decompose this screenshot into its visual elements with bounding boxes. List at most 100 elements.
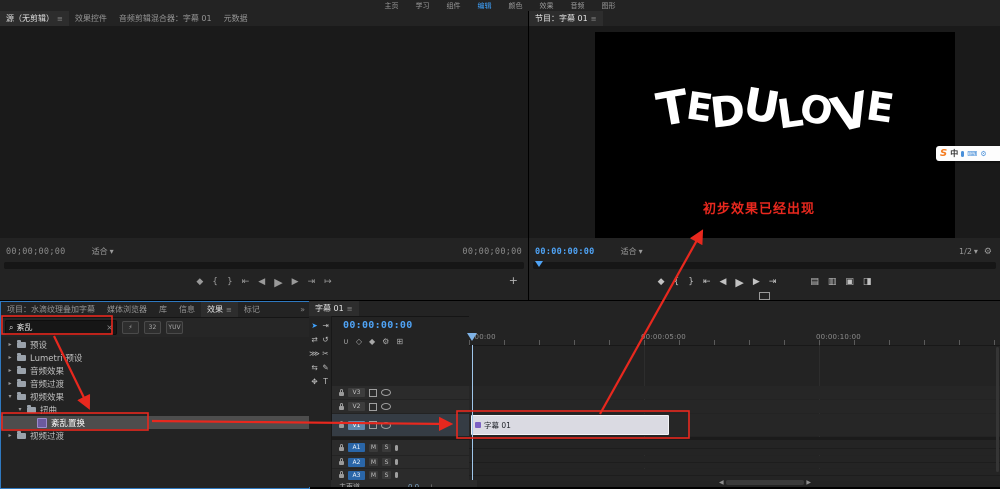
sync-lock-icon[interactable] <box>369 402 377 411</box>
caret-right-icon[interactable]: ▸ <box>7 367 13 374</box>
caret-right-icon[interactable]: ▸ <box>7 432 13 439</box>
filter-accelerated-icon[interactable]: ⚡ <box>122 321 139 334</box>
timeline-display-icon[interactable]: ⊞ <box>396 337 403 346</box>
add-marker-button[interactable]: ◆ <box>658 277 665 287</box>
razor-tool[interactable]: ✂ <box>322 349 328 358</box>
slip-tool[interactable]: ⇆ <box>311 363 317 372</box>
input-mode-chinese[interactable]: 中 <box>950 148 958 159</box>
caret-down-icon[interactable]: ▾ <box>7 393 13 400</box>
track-target-a3[interactable]: A3 <box>348 470 365 480</box>
comparison-view-button[interactable]: ◨ <box>863 277 872 287</box>
tree-item-video-effects[interactable]: ▾ 视频效果 <box>1 390 309 403</box>
go-to-out-button[interactable]: ⇥ <box>308 277 316 287</box>
playhead-line[interactable] <box>472 345 473 480</box>
mute-button[interactable]: M <box>369 443 378 452</box>
program-resolution-dropdown[interactable]: 1/2 ▾ <box>959 247 978 256</box>
step-forward-button[interactable]: ▶ <box>753 277 760 287</box>
mark-out-button[interactable]: } <box>688 277 694 287</box>
settings-wrench-icon[interactable]: ⚙ <box>984 247 992 257</box>
search-input[interactable] <box>16 323 104 332</box>
go-to-out-button[interactable]: ⇥ <box>769 277 777 287</box>
play-button[interactable]: ▶ <box>274 276 282 289</box>
track-lane-a2[interactable] <box>469 456 1000 468</box>
time-ruler[interactable]: :00:00 00:00:05:00 00:00:10:00 <box>469 316 1000 346</box>
panel-menu-icon[interactable]: ≡ <box>591 15 597 23</box>
add-button-icon[interactable]: + <box>509 274 518 287</box>
mute-button[interactable]: M <box>369 458 378 466</box>
mark-in-button[interactable]: { <box>673 277 679 287</box>
scrollbar-thumb[interactable] <box>725 480 805 485</box>
voiceover-record-icon[interactable] <box>395 459 398 465</box>
mark-out-button[interactable]: } <box>227 277 233 287</box>
workspace-item-editing[interactable]: 编辑 <box>476 1 494 11</box>
workspace-item-effects[interactable]: 效果 <box>538 1 556 11</box>
export-frame-button[interactable]: ▣ <box>845 277 854 287</box>
tab-effect-controls[interactable]: 效果控件 <box>69 11 113 26</box>
tab-info[interactable]: 信息 <box>173 302 201 317</box>
tab-project[interactable]: 项目：水滴纹理叠加字幕 <box>1 302 101 317</box>
timeline-vertical-scrollbar[interactable] <box>996 347 999 472</box>
tree-item-presets[interactable]: ▸ 预设 <box>1 338 309 351</box>
tree-item-audio-transitions[interactable]: ▸ 音频过渡 <box>1 377 309 390</box>
step-back-button[interactable]: ◀ <box>258 277 265 287</box>
playhead-head-icon[interactable] <box>467 333 477 341</box>
workspace-item-color[interactable]: 颜色 <box>507 1 525 11</box>
insert-button[interactable]: ↦ <box>324 277 332 287</box>
workspace-item-graphics[interactable]: 图形 <box>600 1 618 11</box>
linked-selection-icon[interactable]: ◇ <box>356 337 362 346</box>
extract-button[interactable]: ▥ <box>828 277 837 287</box>
rolling-edit-tool[interactable]: ↺ <box>322 335 328 344</box>
workspace-item-audio[interactable]: 音频 <box>569 1 587 11</box>
tab-program[interactable]: 节目：字幕 01 ≡ <box>529 11 603 26</box>
filter-yuv-icon[interactable]: YUV <box>166 321 183 334</box>
program-fit-dropdown[interactable]: 适合 ▾ <box>621 246 643 257</box>
lock-icon[interactable] <box>339 458 344 465</box>
go-to-in-button[interactable]: ⇤ <box>703 277 711 287</box>
timeline-clip[interactable]: 字幕 01 <box>471 415 669 435</box>
panel-menu-icon[interactable]: ≡ <box>347 305 353 313</box>
lock-icon[interactable] <box>339 388 344 396</box>
tab-source[interactable]: 源（无剪辑） ≡ <box>0 11 69 26</box>
tree-item-turbulent-displace[interactable]: 紊乱置换 <box>1 416 309 429</box>
track-target-v2[interactable]: V2 <box>348 402 365 411</box>
tree-item-video-transitions[interactable]: ▸ 视频过渡 <box>1 429 309 442</box>
master-gain-value[interactable]: 0.0 <box>408 483 419 487</box>
tab-libraries[interactable]: 库 <box>153 302 173 317</box>
caret-right-icon[interactable]: ▸ <box>7 354 13 361</box>
toolbox-icon[interactable]: ⚙ <box>980 150 986 158</box>
lift-button[interactable]: ▤ <box>810 277 819 287</box>
track-lane-v2[interactable] <box>469 400 1000 413</box>
filter-32bit-icon[interactable]: 32 <box>144 321 161 334</box>
sogou-logo-icon[interactable]: S <box>940 148 947 159</box>
workspace-item-assembly[interactable]: 组件 <box>445 1 463 11</box>
caret-right-icon[interactable]: ▸ <box>7 341 13 348</box>
step-forward-button[interactable]: ▶ <box>292 277 299 287</box>
track-lane-v1[interactable]: 字幕 01 <box>469 414 1000 436</box>
workspace-item-learning[interactable]: 学习 <box>414 1 432 11</box>
lock-icon[interactable] <box>339 471 344 478</box>
toggle-track-output-icon[interactable] <box>381 389 391 396</box>
solo-button[interactable]: S <box>382 443 391 452</box>
play-button[interactable]: ▶ <box>735 276 743 289</box>
program-scrubber[interactable] <box>533 261 996 269</box>
sync-lock-icon[interactable] <box>369 388 377 397</box>
tab-metadata[interactable]: 元数据 <box>218 11 254 26</box>
add-marker-button[interactable]: ◆ <box>196 277 203 287</box>
voiceover-record-icon[interactable] <box>395 444 398 451</box>
scroll-right-icon[interactable]: ▶ <box>806 479 811 486</box>
timeline-timecode[interactable]: 00:00:00:00 <box>343 320 413 331</box>
effects-search-box[interactable]: ⌕ × <box>5 320 117 335</box>
playhead-marker-icon[interactable] <box>535 261 543 267</box>
timeline-settings-icon[interactable]: ⚙ <box>382 337 389 346</box>
selection-tool[interactable]: ➤ <box>311 321 317 330</box>
tab-effects[interactable]: 效果 ≡ <box>201 302 238 317</box>
track-target-a1[interactable]: A1 <box>348 443 365 452</box>
tab-sequence[interactable]: 字幕 01 ≡ <box>309 301 359 316</box>
keyboard-icon[interactable]: ⌨ <box>967 150 977 158</box>
clear-search-icon[interactable]: × <box>106 323 113 332</box>
type-tool[interactable]: T <box>323 377 328 386</box>
source-scrubber[interactable] <box>4 262 524 269</box>
ripple-edit-tool[interactable]: ⇄ <box>311 335 317 344</box>
track-target-v3[interactable]: V3 <box>348 388 365 397</box>
toggle-track-output-icon[interactable] <box>381 421 391 429</box>
